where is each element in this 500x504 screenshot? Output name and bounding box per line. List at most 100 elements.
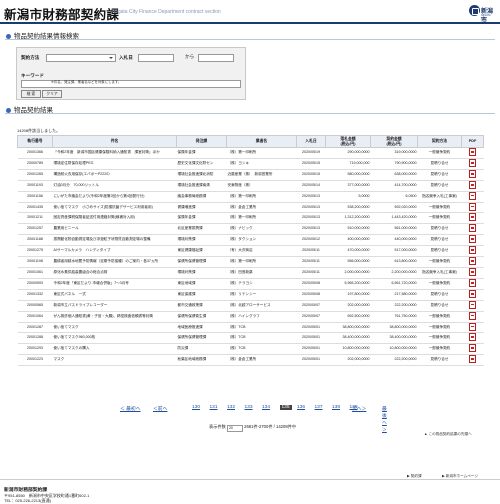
pager-page-136[interactable]: 136: [297, 405, 305, 410]
pdf-icon[interactable]: [469, 180, 476, 189]
pager-page-138[interactable]: 138: [332, 405, 340, 410]
contract-method: 見積り合せ: [417, 234, 462, 247]
keyword-note: ※件名、発注課、業者名などを対象にします。: [51, 80, 122, 84]
item-name: 新潟市立パスドライブレコーダー: [52, 300, 177, 312]
column-header: PDF: [461, 135, 484, 148]
pager-next[interactable]: 次へ＞: [352, 405, 366, 412]
exec-number: 20001288: [17, 332, 53, 345]
pager-page-130[interactable]: 130: [192, 405, 200, 410]
pager-page-134[interactable]: 134: [262, 405, 270, 410]
pdf-icon[interactable]: [469, 300, 476, 309]
pager-last[interactable]: 最後へ ＞: [382, 405, 387, 433]
pdf-icon[interactable]: [469, 311, 476, 320]
bid-date: 2020/05/01: [296, 322, 326, 334]
pdf-icon[interactable]: [469, 191, 476, 200]
table-row: 20001198 農耕者用耕水地蓄予防情報（定期予防接種）のご案内・各37ヵ所 保健…: [17, 256, 484, 268]
exec-number: 20001156: [17, 191, 53, 203]
pdf-icon[interactable]: [469, 235, 476, 244]
pdf-icon[interactable]: [469, 246, 476, 255]
pdf-icon[interactable]: [469, 158, 476, 167]
pdf-icon[interactable]: [469, 257, 476, 266]
pager-page-133[interactable]: 133: [245, 405, 253, 410]
date-to-input[interactable]: [198, 54, 234, 62]
pdf-cell: [461, 278, 484, 290]
pdf-cell: [461, 191, 484, 203]
exec-number: 20001435: [17, 202, 53, 214]
table-row: 20000565 新潟市立パスドライブレコーダー 都市交通政策課 （株）北越アローサー…: [17, 300, 484, 312]
contract-method: 一般競争契約: [417, 256, 462, 268]
department: 保険年金課: [176, 147, 227, 159]
column-header: 契約方法: [417, 135, 462, 148]
exec-number: 20001265: [17, 169, 53, 181]
pdf-cell: [461, 332, 484, 345]
pdf-cell: [461, 245, 484, 258]
pdf-icon[interactable]: [469, 213, 476, 222]
search-button[interactable]: 検 索: [21, 90, 41, 98]
vendor: （株）TCB: [226, 332, 297, 345]
results-section-title: 物品契約結果: [5, 104, 495, 114]
contract-method: 一般競争契約: [417, 332, 462, 345]
exec-number: 20001257: [17, 223, 53, 236]
pdf-icon[interactable]: [469, 278, 476, 287]
bid-date: 2020/05/07: [296, 300, 326, 312]
contract-method: 一般競争契約: [417, 322, 462, 334]
pdf-cell: [461, 202, 484, 214]
pdf-icon[interactable]: [469, 224, 476, 233]
pdf-cell: [461, 180, 484, 192]
table-row: 20000593 令和2年度「東区だより-市報合併版」7～3月号 東区地域課 （株）テ…: [17, 278, 484, 290]
exec-number: 20001332: [17, 289, 53, 301]
pager-page-131[interactable]: 131: [210, 405, 218, 410]
department: 環境社会推進課北消防: [176, 169, 227, 181]
vendor: （株）第一印刷所: [226, 212, 297, 225]
pdf-cell: [461, 234, 484, 247]
pdf-icon[interactable]: [469, 355, 476, 364]
date-from-input[interactable]: [138, 54, 174, 62]
pager-page-135[interactable]: 135: [279, 405, 292, 410]
pdf-cell: [461, 300, 484, 312]
count-select[interactable]: 20: [226, 425, 243, 432]
back-to-top-link[interactable]: ▲ この物品契約結果の先頭へ: [424, 432, 472, 437]
exec-number: 20001198: [17, 256, 53, 268]
contract-amount: 790,900,0000: [370, 158, 418, 170]
vendor: （株）倉倉工業所: [226, 202, 297, 214]
pdf-icon[interactable]: [469, 333, 476, 342]
vendor: （株）テラヨシ: [226, 278, 297, 290]
contract-method: 見積り合せ: [417, 289, 462, 301]
city-logo[interactable]: 新潟市 NIIGATA CITY: [469, 5, 496, 24]
pdf-icon[interactable]: [469, 322, 476, 331]
exec-number: 20001366: [17, 147, 53, 159]
pdf-cell: [461, 322, 484, 334]
exec-number: 20000565: [17, 300, 53, 312]
pdf-icon[interactable]: [469, 289, 476, 298]
bid-amount: 290,000,0000: [325, 147, 371, 159]
pdf-cell: [461, 354, 484, 367]
vendor: （株）北越アローサービス: [226, 300, 297, 312]
table-row: 20001435 使い捨てマスク 小さめサイズ(防護抗菌デザービス利用者用) 健康増…: [17, 202, 484, 214]
table-row: 20001211 固定資産課税保険者証送付用連絡封筒(線補対入用) 保険年金課 （株）…: [17, 212, 484, 225]
pdf-icon[interactable]: [469, 148, 476, 156]
pager-prev[interactable]: ＜前へ: [153, 405, 167, 412]
logo-sub: NIIGATA CITY: [481, 14, 491, 20]
pager-page-132[interactable]: 132: [227, 405, 235, 410]
bid-date: 2020/05/01: [296, 354, 326, 367]
pdf-icon[interactable]: [469, 267, 476, 276]
pdf-cell: [461, 267, 484, 279]
department: 地域医療推進課: [176, 322, 227, 334]
pdf-icon[interactable]: [469, 169, 476, 178]
contract-method-select[interactable]: [46, 54, 116, 62]
pager-page-137[interactable]: 137: [315, 405, 323, 410]
contract-amount: 761,750,0000: [370, 311, 418, 323]
pdf-icon[interactable]: [469, 202, 476, 211]
column-header: 件名: [52, 135, 177, 148]
item-name: がん検診個人通知書(黄・子宮・大腸)、精密検査依頼書等封筒: [52, 311, 177, 323]
clear-button[interactable]: クリア: [42, 90, 62, 98]
bid-date: 2020/05/14: [296, 180, 326, 192]
pdf-icon[interactable]: [469, 344, 476, 353]
pdf-cell: [461, 212, 484, 225]
vendor: 安東物産（株）: [226, 180, 297, 192]
pdf-cell: [461, 147, 484, 159]
bid-date: 2020/05/19: [296, 147, 326, 159]
pager-first[interactable]: ＜ 最初へ: [120, 405, 141, 412]
exec-number: 20001061: [17, 267, 53, 279]
column-header: 入札日: [296, 135, 326, 148]
